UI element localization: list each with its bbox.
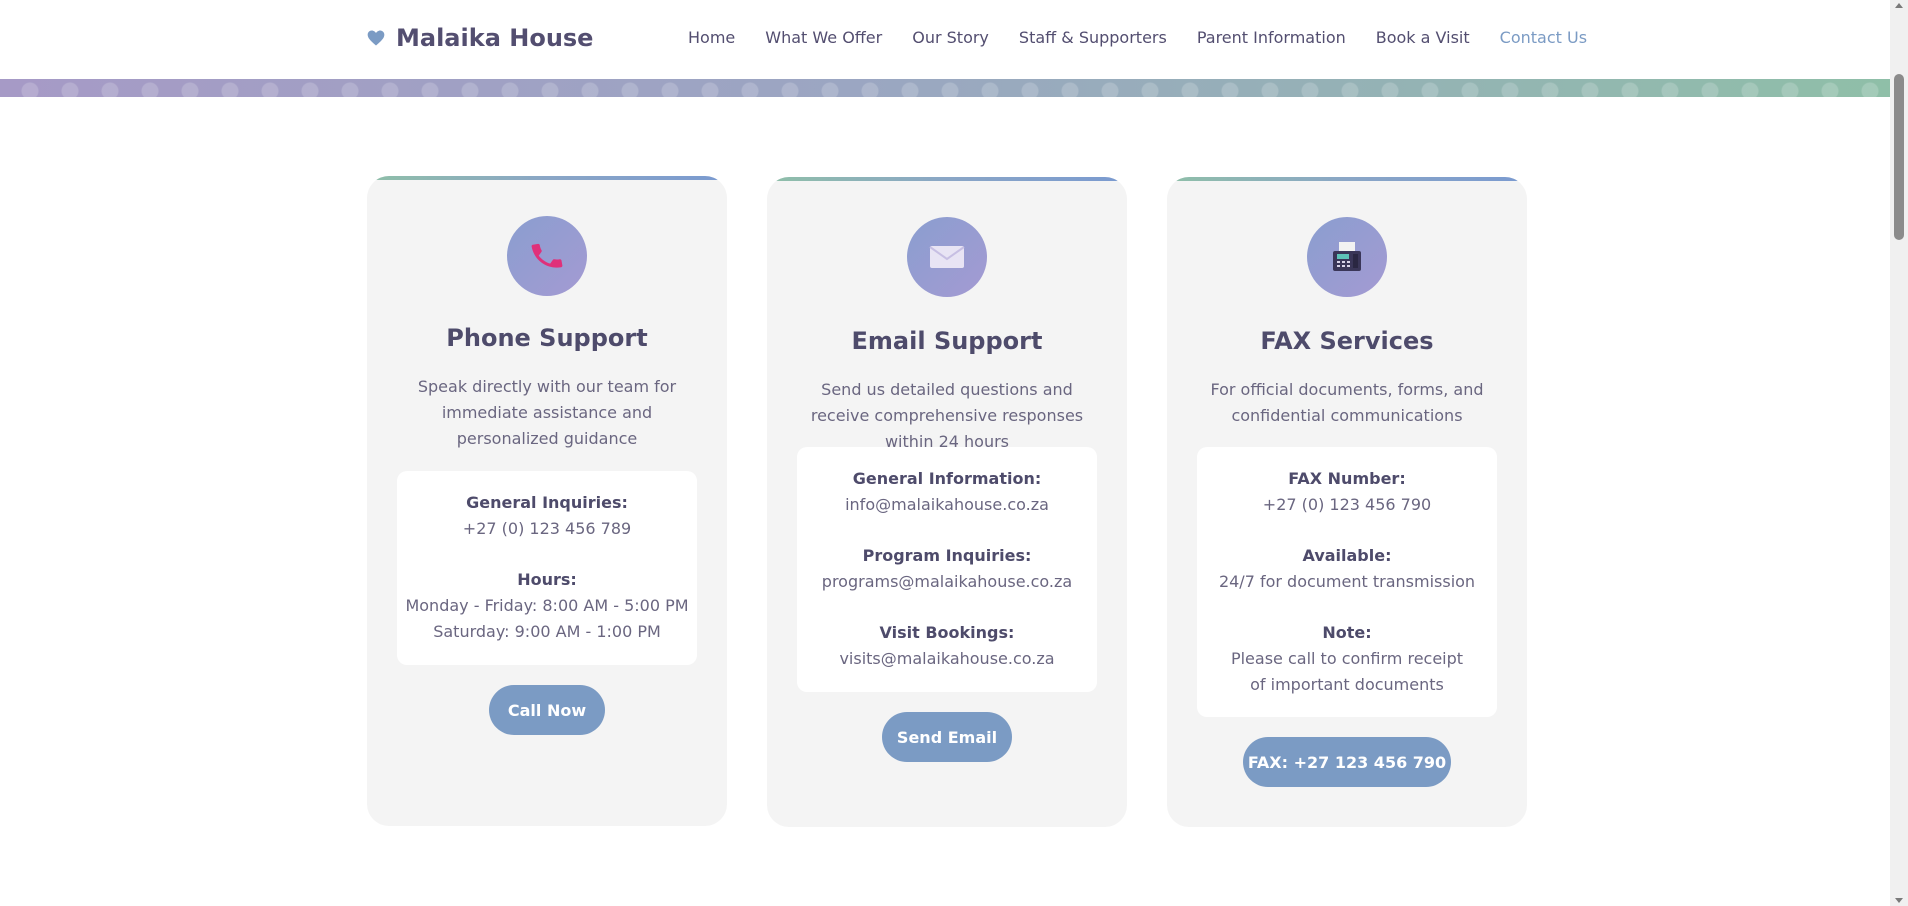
nav-home[interactable]: Home [688,28,735,47]
scrollbar-thumb[interactable] [1894,74,1904,240]
nav-staff-supporters[interactable]: Staff & Supporters [1019,28,1167,47]
email-address[interactable]: programs@malaikahouse.co.za [797,569,1097,595]
email-address[interactable]: visits@malaikahouse.co.za [797,646,1097,672]
info-label: Available: [1302,546,1392,565]
info-group: Note: Please call to confirm receipt of … [1197,620,1497,698]
envelope-icon [929,246,965,268]
site-logo[interactable]: Malaika House [366,24,593,52]
card-title: Phone Support [446,324,648,352]
info-value: Saturday: 9:00 AM - 1:00 PM [433,622,661,641]
email-address[interactable]: info@malaikahouse.co.za [797,492,1097,518]
page-scrollbar[interactable] [1890,0,1908,906]
send-email-button[interactable]: Send Email [882,712,1012,762]
info-group: Hours: Monday - Friday: 8:00 AM - 5:00 P… [397,567,697,645]
call-now-button[interactable]: Call Now [489,685,605,735]
nav-parent-information[interactable]: Parent Information [1197,28,1346,47]
phone-icon-badge [507,216,587,296]
info-label: Note: [1322,623,1372,642]
card-description: For official documents, forms, and confi… [1210,380,1484,425]
site-title: Malaika House [396,24,594,52]
info-label: General Inquiries: [466,493,628,512]
info-group: General Inquiries: +27 (0) 123 456 789 [397,490,697,542]
scroll-down-arrow-icon[interactable] [1895,898,1903,903]
contact-info-box: General Inquiries: +27 (0) 123 456 789 H… [397,471,697,665]
nav-our-story[interactable]: Our Story [912,28,989,47]
hero-gradient-band [0,79,1890,97]
fax-icon-badge [1307,217,1387,297]
nav-what-we-offer[interactable]: What We Offer [765,28,882,47]
fax-services-card: FAX Services For official documents, for… [1167,177,1527,827]
card-title: FAX Services [1260,327,1434,355]
info-label: FAX Number: [1288,469,1406,488]
info-label: Visit Bookings: [879,623,1015,642]
phone-icon [531,243,563,268]
site-header: Malaika House Home What We Offer Our Sto… [0,0,1890,79]
phone-support-card: Phone Support Speak directly with our te… [367,176,727,826]
contact-page: Malaika House Home What We Offer Our Sto… [0,0,1908,906]
card-title: Email Support [851,327,1043,355]
info-label: Hours: [517,570,577,589]
info-value: Please call to confirm receipt of import… [1230,649,1464,694]
nav-book-a-visit[interactable]: Book a Visit [1376,28,1470,47]
heart-icon [367,30,385,46]
card-description: Send us detailed questions and receive c… [810,380,1084,451]
fax-icon [1333,242,1361,271]
nav-contact-us[interactable]: Contact Us [1500,28,1587,47]
info-group: General Information: info@malaikahouse.c… [797,466,1097,518]
info-label: General Information: [852,469,1042,488]
info-label: Program Inquiries: [862,546,1032,565]
envelope-icon-badge [907,217,987,297]
info-group: Available: 24/7 for document transmissio… [1197,543,1497,595]
contact-info-box: General Information: info@malaikahouse.c… [797,447,1097,692]
phone-number[interactable]: +27 (0) 123 456 789 [397,516,697,542]
fax-button[interactable]: FAX: +27 123 456 790 [1243,737,1451,787]
main-nav: Home What We Offer Our Story Staff & Sup… [688,28,1587,47]
card-description: Speak directly with our team for immedia… [417,377,677,448]
info-value: 24/7 for document transmission [1218,572,1476,591]
info-group: Program Inquiries: programs@malaikahouse… [797,543,1097,595]
scroll-up-arrow-icon[interactable] [1895,3,1903,8]
info-group: FAX Number: +27 (0) 123 456 790 [1197,466,1497,518]
info-group: Visit Bookings: visits@malaikahouse.co.z… [797,620,1097,672]
info-value: Monday - Friday: 8:00 AM - 5:00 PM [405,596,689,615]
contact-info-box: FAX Number: +27 (0) 123 456 790 Availabl… [1197,447,1497,717]
fax-number: +27 (0) 123 456 790 [1262,495,1432,514]
email-support-card: Email Support Send us detailed questions… [767,177,1127,827]
